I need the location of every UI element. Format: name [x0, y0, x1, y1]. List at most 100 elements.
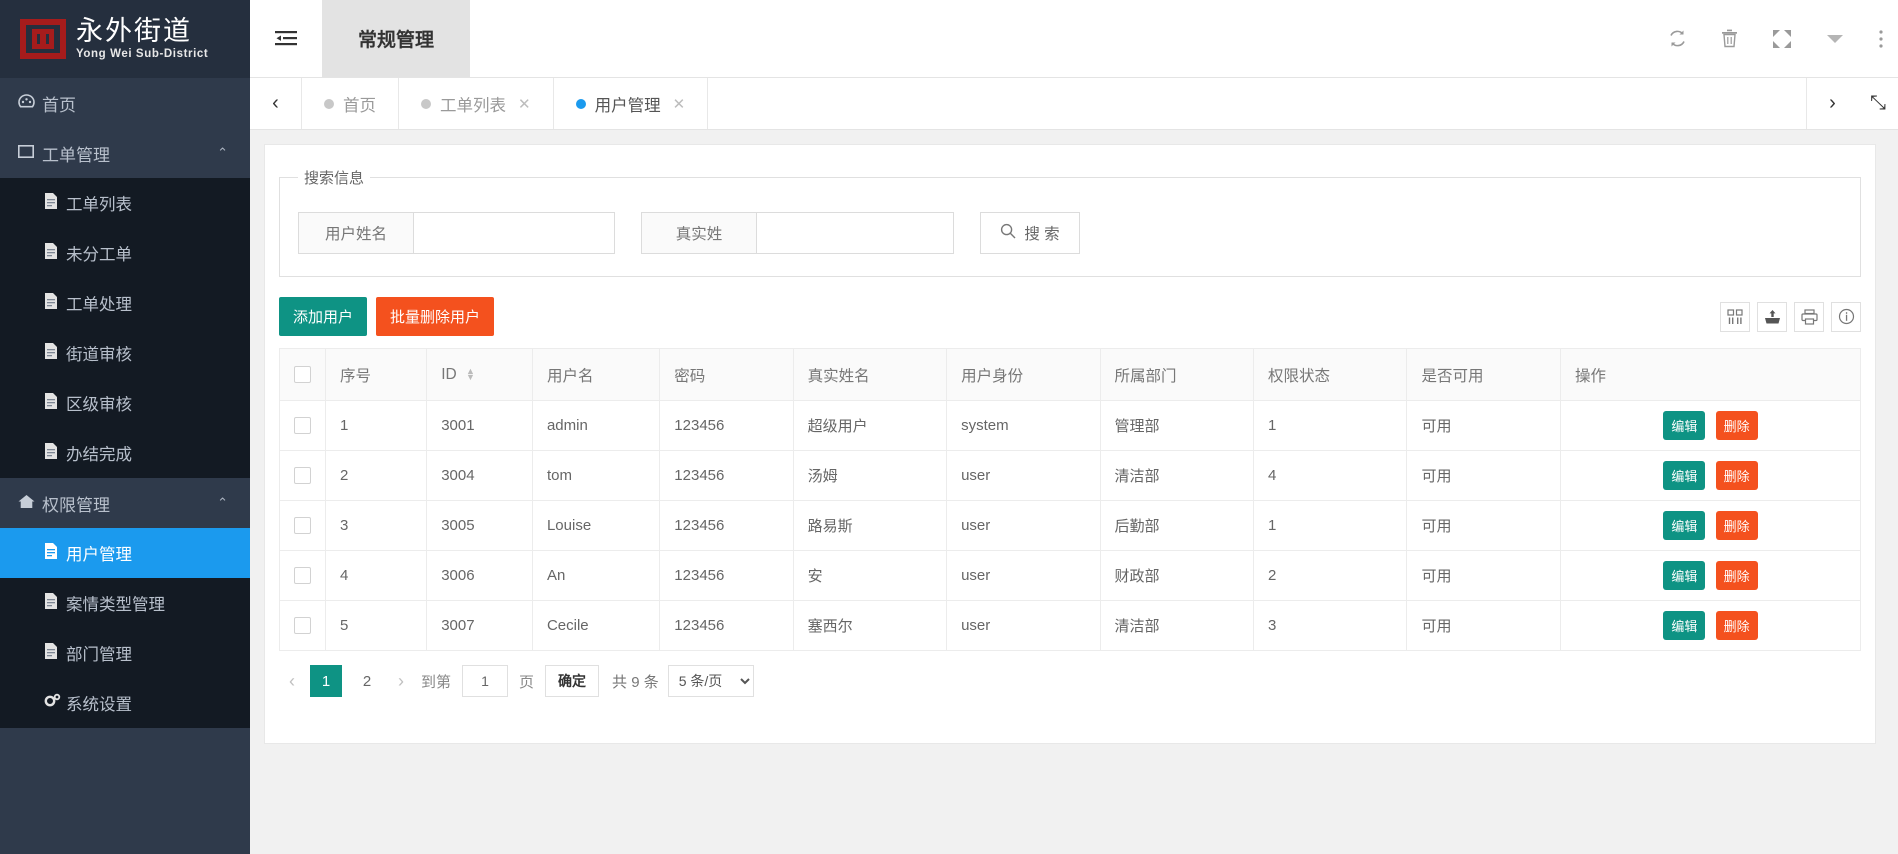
- cell-id: 3005: [426, 500, 533, 551]
- table-row[interactable]: 5 3007 Cecile 123456 塞西尔 user 清洁部 3 可用 编…: [279, 600, 1861, 651]
- cell-password: 123456: [659, 550, 794, 601]
- cell-role: user: [946, 550, 1101, 601]
- top-tab-general-management[interactable]: 常规管理: [322, 0, 471, 77]
- edit-button[interactable]: 编辑: [1663, 561, 1706, 590]
- pagination-confirm-button[interactable]: 确定: [545, 665, 600, 697]
- search-username-input[interactable]: [414, 213, 614, 253]
- row-checkbox[interactable]: [294, 467, 311, 485]
- collapse-menu-icon[interactable]: [250, 0, 322, 77]
- pagination-goto-input[interactable]: [462, 665, 509, 697]
- col-header-op: 操作: [1560, 348, 1861, 401]
- sidebar-item-label: 用户管理: [66, 546, 132, 564]
- cell-perm: 1: [1253, 500, 1408, 551]
- pagination-page-2[interactable]: 2: [351, 665, 383, 697]
- sidebar-item-gongdan-liebiao[interactable]: 工单列表: [0, 178, 250, 228]
- file-icon: [44, 192, 66, 214]
- file-icon: [44, 242, 66, 264]
- cell-realname: 安: [792, 550, 948, 601]
- col-header-id[interactable]: ID ▲ ▼: [426, 348, 533, 401]
- tab-yonghu-guanli[interactable]: 用户管理 ✕: [554, 78, 709, 129]
- edit-button[interactable]: 编辑: [1663, 511, 1706, 540]
- row-checkbox[interactable]: [294, 417, 311, 435]
- sidebar-item-weifen-gongdan[interactable]: 未分工单: [0, 228, 250, 278]
- print-icon[interactable]: [1794, 301, 1824, 332]
- tab-close-icon[interactable]: ✕: [518, 95, 531, 113]
- sidebar-item-banjie-wancheng[interactable]: 办结完成: [0, 428, 250, 478]
- delete-button[interactable]: 删除: [1715, 611, 1758, 640]
- sidebar-item-home[interactable]: 首页: [0, 78, 250, 128]
- delete-button[interactable]: 删除: [1715, 511, 1758, 540]
- edit-button[interactable]: 编辑: [1663, 611, 1706, 640]
- sidebar-item-bumen-guanli[interactable]: 部门管理: [0, 628, 250, 678]
- pagination: ‹ 1 2 › 到第 页 确定 共 9 条 5 条/页 10 条/页 20 条/…: [279, 665, 1861, 697]
- table-tool-icons: [1720, 301, 1861, 332]
- tab-close-icon[interactable]: ✕: [673, 95, 686, 113]
- brand-logo-block[interactable]: 永外街道 Yong Wei Sub-District: [0, 0, 250, 78]
- table-header-row: 序号 ID ▲ ▼ 用户名 密码 真实姓名 用户身份 所属部门 权限状态 是否可用: [279, 348, 1861, 401]
- cell-dept: 清洁部: [1099, 450, 1255, 501]
- info-icon[interactable]: [1831, 301, 1861, 332]
- sidebar-item-anqing-leixing[interactable]: 案情类型管理: [0, 578, 250, 628]
- pagination-next-button[interactable]: ›: [392, 671, 410, 692]
- chevron-up-icon[interactable]: ⌃: [217, 145, 228, 161]
- cell-realname: 路易斯: [792, 500, 948, 551]
- cell-realname: 塞西尔: [792, 600, 948, 651]
- row-checkbox[interactable]: [294, 517, 311, 535]
- sidebar-item-jiedao-shenhe[interactable]: 街道审核: [0, 328, 250, 378]
- fullscreen-icon[interactable]: [1772, 29, 1792, 49]
- delete-button[interactable]: 删除: [1715, 561, 1758, 590]
- tabbar-prev-button[interactable]: ‹: [250, 78, 302, 129]
- row-checkbox[interactable]: [294, 617, 311, 635]
- cell-role: user: [946, 450, 1101, 501]
- select-all-checkbox[interactable]: [294, 365, 311, 383]
- columns-icon[interactable]: [1720, 301, 1750, 332]
- cell-enabled: 可用: [1406, 400, 1561, 451]
- file-icon: [44, 592, 66, 614]
- tabbar-corner-icon[interactable]: ⤡: [1858, 78, 1898, 129]
- cell-enabled: 可用: [1406, 450, 1561, 501]
- col-header-username: 用户名: [531, 348, 661, 401]
- batch-delete-users-button[interactable]: 批量删除用户: [376, 297, 495, 336]
- tabbar-next-button[interactable]: ›: [1806, 78, 1858, 129]
- tab-gongdan-liebiao[interactable]: 工单列表 ✕: [399, 78, 554, 129]
- search-realname-input[interactable]: [757, 213, 953, 253]
- tab-label: 首页: [343, 96, 376, 115]
- file-icon: [44, 342, 66, 364]
- add-user-button[interactable]: 添加用户: [279, 297, 368, 336]
- more-vertical-icon[interactable]: [1878, 29, 1884, 49]
- table-row[interactable]: 4 3006 An 123456 安 user 财政部 2 可用 编辑 删除: [279, 550, 1861, 601]
- edit-button[interactable]: 编辑: [1663, 411, 1706, 440]
- table-row[interactable]: 2 3004 tom 123456 汤姆 user 清洁部 4 可用 编辑 删除: [279, 450, 1861, 501]
- chevron-down-icon[interactable]: [1826, 33, 1844, 45]
- sidebar-item-gongdan-chuli[interactable]: 工单处理: [0, 278, 250, 328]
- table-row[interactable]: 1 3001 admin 123456 超级用户 system 管理部 1 可用…: [279, 400, 1861, 451]
- sidebar-group-quanxian[interactable]: 权限管理 ⌃: [0, 478, 250, 528]
- chevron-up-icon[interactable]: ⌃: [217, 495, 228, 511]
- refresh-icon[interactable]: [1668, 29, 1687, 48]
- tab-status-dot: [324, 98, 334, 109]
- pagination-prev-button[interactable]: ‹: [283, 671, 301, 692]
- trash-icon[interactable]: [1721, 29, 1738, 48]
- export-icon[interactable]: [1757, 301, 1787, 332]
- cell-password: 123456: [659, 600, 794, 651]
- sidebar-item-xitong-shezhi[interactable]: 系统设置: [0, 678, 250, 728]
- sidebar-group-gongdan[interactable]: 工单管理 ⌃: [0, 128, 250, 178]
- pagination-pagesize-select[interactable]: 5 条/页 10 条/页 20 条/页: [667, 665, 754, 697]
- sidebar: 永外街道 Yong Wei Sub-District 首页 工单管理 ⌃ 工单列…: [0, 0, 250, 854]
- search-button[interactable]: 搜 索: [980, 212, 1080, 254]
- delete-button[interactable]: 删除: [1715, 461, 1758, 490]
- pagination-page-1[interactable]: 1: [310, 665, 342, 697]
- col-header-seq: 序号: [324, 348, 428, 401]
- delete-button[interactable]: 删除: [1715, 411, 1758, 440]
- cell-role: user: [946, 500, 1101, 551]
- sort-icon[interactable]: ▲ ▼: [466, 367, 475, 382]
- cell-realname: 汤姆: [792, 450, 948, 501]
- cell-actions: 编辑 删除: [1560, 500, 1861, 551]
- row-checkbox[interactable]: [294, 567, 311, 585]
- sidebar-item-quji-shenhe[interactable]: 区级审核: [0, 378, 250, 428]
- edit-button[interactable]: 编辑: [1663, 461, 1706, 490]
- row-checkbox-cell: [279, 400, 326, 451]
- sidebar-item-yonghu-guanli[interactable]: 用户管理: [0, 528, 250, 578]
- tab-home[interactable]: 首页: [302, 78, 399, 129]
- table-row[interactable]: 3 3005 Louise 123456 路易斯 user 后勤部 1 可用 编…: [279, 500, 1861, 551]
